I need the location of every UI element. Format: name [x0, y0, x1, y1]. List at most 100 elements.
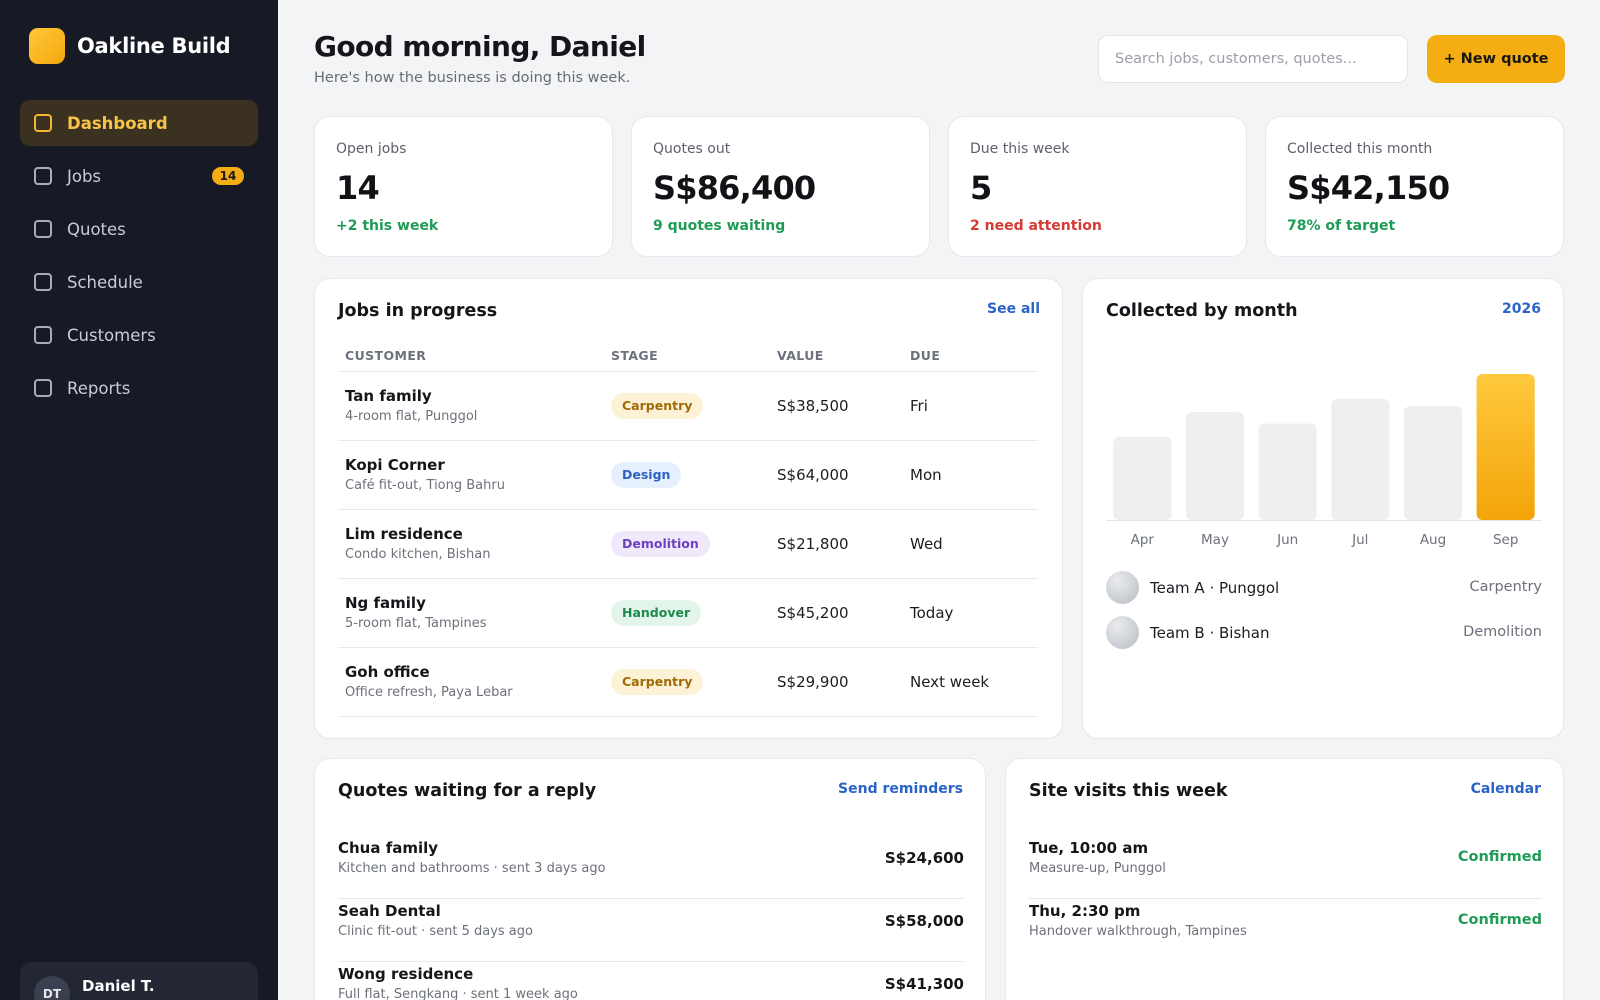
sidebar-item-label: Schedule: [67, 272, 143, 292]
collected-by-month-card: Collected by month 2026 Apr May Jun Jul Aug S…: [1082, 278, 1564, 739]
list-item[interactable]: Tue, 10:00 am Measure-up, Punggol Confir…: [1029, 837, 1542, 899]
due-cell: Fri: [903, 371, 1038, 441]
sidebar-item-jobs[interactable]: Jobs 14: [20, 153, 258, 199]
site-visits-card: Site visits this week Calendar Tue, 10:0…: [1005, 758, 1564, 1000]
avatar: DT: [34, 976, 70, 1000]
value-cell: S$21,800: [770, 509, 903, 579]
bar-apr[interactable]: [1113, 436, 1172, 520]
quote-amount: S$58,000: [884, 912, 964, 930]
calendar-link[interactable]: Calendar: [1471, 781, 1541, 797]
bar-jun[interactable]: [1258, 423, 1317, 520]
team-row-a[interactable]: Team A · Punggol Carpentry: [1106, 571, 1542, 605]
customer-cell: Kopi Corner Café fit-out, Tiong Bahru: [338, 440, 604, 510]
customer-detail: 4-room flat, Punggol: [345, 409, 478, 424]
team-row-b[interactable]: Team B · Bishan Demolition: [1106, 616, 1542, 650]
sidebar-item-label: Customers: [67, 325, 156, 345]
card-title: Quotes waiting for a reply: [338, 781, 597, 801]
sidebar-item-reports[interactable]: Reports: [20, 365, 258, 411]
stat-note: 78% of target: [1287, 218, 1396, 234]
table-row[interactable]: Tan family 4-room flat, Punggol Carpentr…: [338, 371, 1038, 441]
stat-note: +2 this week: [336, 218, 439, 234]
stat-label: Collected this month: [1287, 141, 1433, 157]
user-name: Daniel T.: [82, 977, 155, 995]
team-role: Demolition: [1463, 624, 1542, 640]
quotes-icon: [34, 220, 52, 238]
status-badge: Confirmed: [1457, 912, 1542, 928]
sidebar-item-schedule[interactable]: Schedule: [20, 259, 258, 305]
stat-value: S$42,150: [1287, 169, 1450, 207]
brand[interactable]: Oakline Build: [29, 28, 231, 64]
due-cell: Wed: [903, 509, 1038, 579]
due-cell: Today: [903, 578, 1038, 648]
page-subtitle: Here's how the business is doing this we…: [314, 70, 631, 86]
bar-jul[interactable]: [1331, 398, 1390, 520]
sidebar-item-customers[interactable]: Customers: [20, 312, 258, 358]
list-item[interactable]: Wong residence Full flat, Sengkang · sen…: [338, 963, 964, 1000]
page-title: Good morning, Daniel: [314, 30, 646, 63]
jobs-count-badge: 14: [212, 167, 244, 185]
list-item[interactable]: Chua family Kitchen and bathrooms · sent…: [338, 837, 964, 899]
stat-label: Quotes out: [653, 141, 731, 157]
new-quote-button[interactable]: + New quote: [1427, 35, 1565, 83]
jobs-table: CUSTOMER STAGE VALUE DUE Tan family 4-ro…: [338, 341, 1038, 717]
team-avatar: [1106, 571, 1139, 604]
column-header: VALUE: [770, 341, 903, 372]
quote-customer: Seah Dental: [338, 902, 441, 920]
stage-badge: Demolition: [611, 530, 710, 557]
user-card[interactable]: DT Daniel T.: [20, 962, 258, 1000]
reports-icon: [34, 379, 52, 397]
table-header-row: CUSTOMER STAGE VALUE DUE: [338, 341, 1038, 372]
customer-detail: Office refresh, Paya Lebar: [345, 685, 513, 700]
bar-may[interactable]: [1185, 412, 1244, 520]
quote-detail: Clinic fit-out · sent 5 days ago: [338, 924, 533, 939]
value-cell: S$29,900: [770, 647, 903, 717]
stage-badge: Design: [611, 461, 682, 488]
bar-sep[interactable]: [1476, 374, 1535, 520]
brand-name: Oakline Build: [77, 34, 231, 58]
team-role: Carpentry: [1469, 579, 1542, 595]
brand-logo-icon: [29, 28, 65, 64]
bar-aug[interactable]: [1403, 406, 1462, 520]
send-reminders-link[interactable]: Send reminders: [838, 781, 963, 797]
customer-detail: 5-room flat, Tampines: [345, 616, 487, 631]
due-cell: Mon: [903, 440, 1038, 510]
list-item[interactable]: Seah Dental Clinic fit-out · sent 5 days…: [338, 900, 964, 962]
team-name: Team B · Bishan: [1150, 624, 1270, 642]
quote-customer: Wong residence: [338, 965, 474, 983]
stat-value: S$86,400: [653, 169, 816, 207]
x-tick-label: May: [1201, 532, 1229, 548]
card-title: Site visits this week: [1029, 781, 1228, 801]
customers-icon: [34, 326, 52, 344]
see-all-link[interactable]: See all: [987, 301, 1040, 317]
customer-name: Ng family: [345, 594, 426, 612]
bar-chart: Apr May Jun Jul Aug Sep: [1106, 374, 1542, 548]
column-header: STAGE: [604, 341, 770, 372]
sidebar-item-label: Dashboard: [67, 113, 168, 133]
sidebar-item-quotes[interactable]: Quotes: [20, 206, 258, 252]
stage-cell: Demolition: [604, 509, 770, 579]
sidebar: Oakline Build Dashboard Jobs 14 Quotes S…: [0, 0, 278, 1000]
table-row[interactable]: Ng family 5-room flat, Tampines Handover…: [338, 578, 1038, 648]
visit-detail: Measure-up, Punggol: [1029, 861, 1166, 876]
due-cell: Next week: [903, 647, 1038, 717]
dashboard-icon: [34, 114, 52, 132]
customer-name: Tan family: [345, 387, 432, 405]
sidebar-item-dashboard[interactable]: Dashboard: [20, 100, 258, 146]
column-header: CUSTOMER: [338, 341, 604, 372]
quote-detail: Kitchen and bathrooms · sent 3 days ago: [338, 861, 606, 876]
card-title: Jobs in progress: [338, 301, 498, 321]
sidebar-item-label: Reports: [67, 378, 131, 398]
table-row[interactable]: Lim residence Condo kitchen, Bishan Demo…: [338, 509, 1038, 579]
customer-name: Lim residence: [345, 525, 463, 543]
list-item[interactable]: Thu, 2:30 pm Handover walkthrough, Tampi…: [1029, 900, 1542, 962]
jobs-in-progress-card: Jobs in progress See all CUSTOMER STAGE …: [314, 278, 1063, 739]
sidebar-item-label: Jobs: [67, 166, 102, 186]
table-row[interactable]: Kopi Corner Café fit-out, Tiong Bahru De…: [338, 440, 1038, 510]
jobs-icon: [34, 167, 52, 185]
stage-badge: Handover: [611, 599, 702, 626]
search-input[interactable]: [1098, 35, 1408, 83]
table-row[interactable]: Goh office Office refresh, Paya Lebar Ca…: [338, 647, 1038, 717]
x-tick-label: Aug: [1420, 532, 1446, 548]
stage-cell: Carpentry: [604, 647, 770, 717]
stat-label: Due this week: [970, 141, 1070, 157]
